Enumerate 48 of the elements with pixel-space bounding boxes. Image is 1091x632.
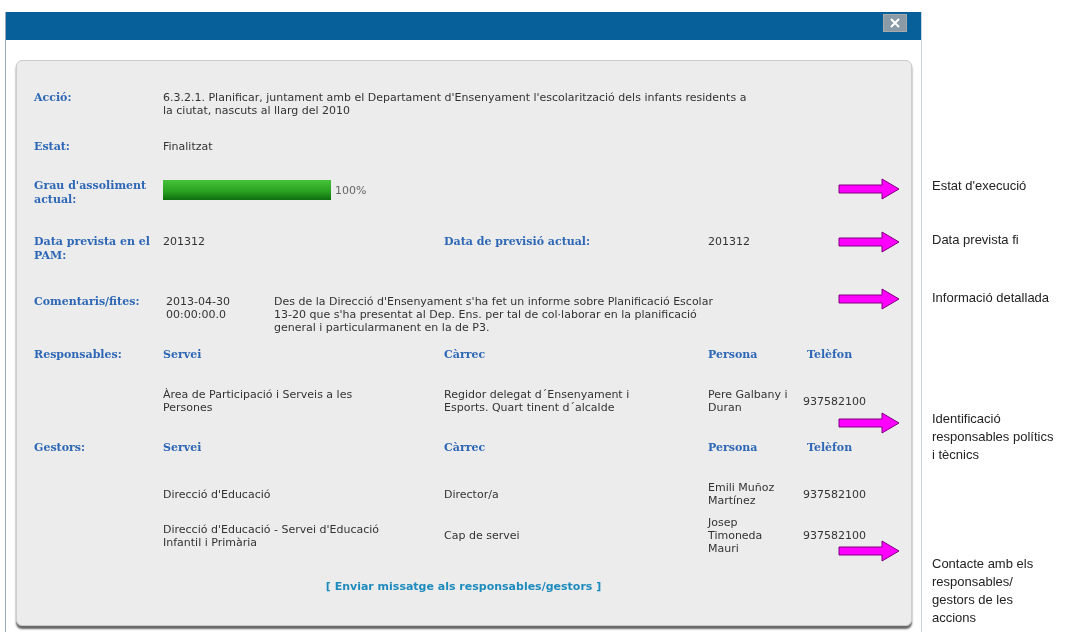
column-header: Càrrec <box>444 441 486 456</box>
field-label: Data prevista en el PAM: <box>34 235 151 264</box>
table-cell: 937582100 <box>803 394 866 408</box>
field-label: Estat: <box>34 140 71 155</box>
column-header: Servei <box>163 441 202 456</box>
annotation-text: Informació detallada <box>932 289 1051 307</box>
field-value: 201312 <box>163 235 206 250</box>
arrow-icon <box>838 231 900 253</box>
arrow-icon <box>838 288 900 310</box>
annotation-text: Data prevista fi <box>932 231 1020 249</box>
column-header: Càrrec <box>444 348 486 363</box>
column-header: Persona <box>708 348 758 363</box>
column-header: Servei <box>163 348 202 363</box>
annotation-text: Identificació responsables polítics i tècnics <box>932 410 1055 464</box>
field-value: 6.3.2.1. Planificar, juntament amb el Departament d'Ensenyament l'escolarització dels infants residents a la ciutat, nascuts al llarg del 2010 <box>163 91 748 119</box>
progress-reading: 100% <box>335 183 367 197</box>
section-label: Gestors: <box>34 441 87 456</box>
table-cell-text: Regidor delegat d´Ensenyament i Esports. Quart tinent d´alcalde <box>444 388 631 414</box>
section-label: Responsables: <box>34 348 123 363</box>
table-cell-text: Àrea de Participació i Serveis a les Persones <box>163 388 354 414</box>
table-cell: Director/a <box>444 487 499 501</box>
table-cell-text: Pere Galbany i Duran <box>708 388 789 414</box>
table-cell-text: Direcció d'Educació - Servei d'Educació Infantil i Primària <box>163 522 381 549</box>
arrow-icon <box>838 540 900 562</box>
arrow-icon <box>838 178 900 200</box>
close-icon <box>890 18 900 28</box>
annotation-text: Estat d'execució <box>932 177 1028 195</box>
arrow-icon <box>838 412 900 434</box>
annotation-text: Contacte amb els responsables/ gestors de les accions <box>932 555 1035 627</box>
field-value: Finalitzat <box>163 140 214 155</box>
table-cell: 937582100 <box>803 529 866 542</box>
column-header: Telèfon <box>807 348 853 363</box>
table-cell: Cap de servei <box>444 529 520 542</box>
column-header: Telèfon <box>807 441 853 456</box>
field-value: 201312 <box>708 235 751 250</box>
field-label: Acció: <box>34 91 73 106</box>
comment-text: Des de la Direcció d'Ensenyament s'ha fet un informe sobre Planificació Escolar 13-20 que s'ha presentat al Dep. Ens. per tal de col·laborar en la planificació general i particularmanent en la de P3. <box>274 295 714 336</box>
field-label: Comentaris/fites: <box>34 295 141 310</box>
table-cell: 937582100 <box>803 487 866 501</box>
send-message-link[interactable]: [ Enviar missatge als responsables/gestors ] <box>325 580 602 593</box>
table-cell-text: Emili Muñoz Martínez <box>708 481 776 507</box>
table-cell-text: Josep Timoneda Mauri <box>708 516 764 555</box>
field-label: Data de previsió actual: <box>444 235 592 250</box>
table-cell: Direcció d'Educació <box>163 487 271 501</box>
comment-date: 2013-04-30 00:00:00.0 <box>165 295 231 323</box>
close-button[interactable] <box>883 14 907 32</box>
field-label: Grau d'assoliment actual: <box>34 179 148 207</box>
column-header: Persona <box>708 441 758 456</box>
